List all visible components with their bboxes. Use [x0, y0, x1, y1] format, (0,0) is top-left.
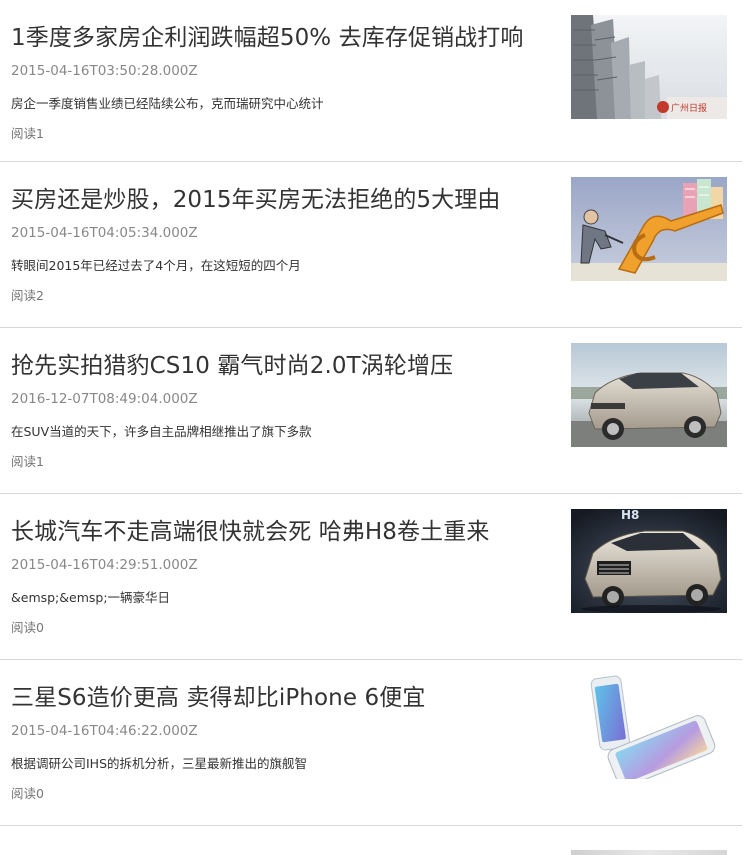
article-title[interactable]: 长城汽车不走高端很快就会死 哈弗H8卷土重来	[11, 516, 556, 548]
suv-thumbnail[interactable]	[571, 343, 727, 447]
svg-text:广州日报: 广州日报	[671, 102, 707, 114]
article-title[interactable]: 抢先实拍猎豹CS10 霸气时尚2.0T涡轮增压	[11, 350, 556, 382]
read-count: 阅读0	[11, 786, 44, 801]
read-count: 阅读1	[11, 454, 44, 469]
list-item[interactable]: 买房还是炒股，2015年买房无法拒绝的5大理由 2015-04-16T04:05…	[0, 162, 742, 328]
article-date: 2015-04-16T04:05:34.000Z	[11, 225, 198, 241]
article-summary: 在SUV当道的天下，许多自主品牌相继推出了旗下多款	[11, 424, 312, 439]
article-summary: &emsp;&emsp;一辆豪华日	[11, 590, 171, 605]
next-item-thumbnail-partial	[571, 850, 727, 855]
article-title[interactable]: 买房还是炒股，2015年买房无法拒绝的5大理由	[11, 184, 556, 216]
article-title[interactable]: 三星S6造价更高 卖得却比iPhone 6便宜	[11, 682, 556, 714]
auto-show-thumbnail[interactable]: H8	[571, 509, 727, 613]
article-date: 2015-04-16T04:29:51.000Z	[11, 557, 198, 573]
skyscrapers-thumbnail[interactable]: 广州日报	[571, 15, 727, 119]
article-summary: 房企一季度销售业绩已经陆续公布，克而瑞研究中心统计	[11, 96, 324, 111]
article-summary: 根据调研公司IHS的拆机分析，三星最新推出的旗舰智	[11, 756, 308, 771]
svg-text:H8: H8	[621, 509, 639, 522]
list-item[interactable]: 抢先实拍猎豹CS10 霸气时尚2.0T涡轮增压 2016-12-07T08:49…	[0, 328, 742, 494]
article-summary: 转眼间2015年已经过去了4个月，在这短短的四个月	[11, 258, 301, 273]
read-count: 阅读1	[11, 126, 44, 141]
read-count: 阅读0	[11, 620, 44, 635]
article-date: 2015-04-16T03:50:28.000Z	[11, 63, 198, 79]
smartphones-thumbnail[interactable]	[571, 675, 727, 779]
article-title[interactable]: 1季度多家房企利润跌幅超50% 去库存促销战打响	[11, 22, 556, 54]
article-feed: 1季度多家房企利润跌幅超50% 去库存促销战打响 2015-04-16T03:5…	[0, 0, 742, 826]
cartoon-thumbnail[interactable]	[571, 177, 727, 281]
article-date: 2015-04-16T04:46:22.000Z	[11, 723, 198, 739]
read-count: 阅读2	[11, 288, 44, 303]
list-item[interactable]: 1季度多家房企利润跌幅超50% 去库存促销战打响 2015-04-16T03:5…	[0, 0, 742, 162]
list-item[interactable]: 长城汽车不走高端很快就会死 哈弗H8卷土重来 2015-04-16T04:29:…	[0, 494, 742, 660]
article-date: 2016-12-07T08:49:04.000Z	[11, 391, 198, 407]
list-item[interactable]: 三星S6造价更高 卖得却比iPhone 6便宜 2015-04-16T04:46…	[0, 660, 742, 826]
